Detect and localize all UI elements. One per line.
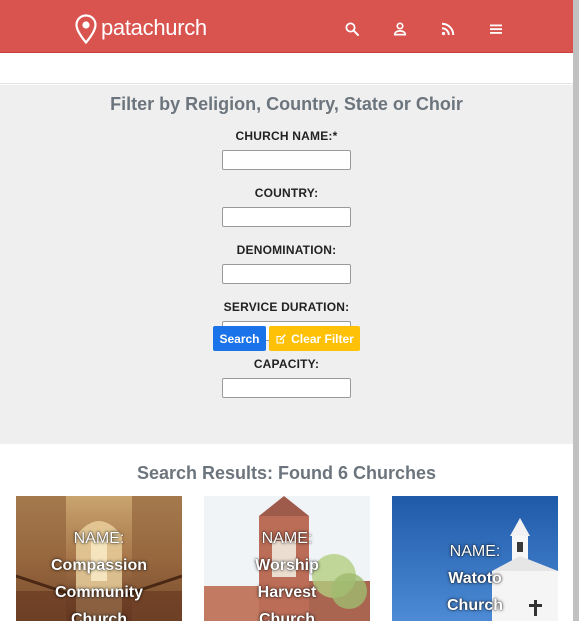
edit-icon	[276, 333, 287, 343]
capacity-label: CAPACITY:	[253, 357, 320, 371]
card-name-line: Church	[259, 611, 315, 621]
church-card[interactable]: NAME: Compassion Community Church	[16, 496, 182, 621]
card-name-line: Watoto	[448, 570, 502, 587]
scrollbar-thumb[interactable]	[573, 0, 579, 621]
country-label: COUNTRY:	[254, 186, 319, 200]
denomination-input[interactable]	[222, 264, 351, 284]
card-name: NAME: Watoto Church	[392, 538, 558, 619]
country-input[interactable]	[222, 207, 351, 227]
service-duration-label: SERVICE DURATION:	[223, 300, 350, 314]
rss-icon[interactable]	[439, 20, 457, 38]
card-name-line: Compassion	[50, 557, 147, 574]
church-name-input[interactable]	[222, 150, 351, 170]
menu-icon[interactable]	[487, 20, 505, 38]
account-icon[interactable]	[391, 20, 409, 38]
card-name-line: Worship	[255, 557, 319, 574]
card-name-line: Church	[71, 611, 127, 621]
search-icon[interactable]	[343, 20, 361, 38]
card-name-prefix: NAME:	[449, 543, 501, 560]
capacity-input[interactable]	[222, 378, 351, 398]
search-button[interactable]: Search	[213, 326, 266, 351]
brand-name: patachurch	[101, 15, 207, 40]
page-scrollbar[interactable]	[573, 0, 579, 621]
filter-title: Filter by Religion, Country, State or Ch…	[110, 94, 463, 114]
brand-logo[interactable]: patachurch	[74, 14, 207, 46]
church-name-label: CHURCH NAME:*	[235, 129, 338, 143]
results-title: Search Results: Found 6 Churches	[136, 463, 437, 483]
search-button-label: Search	[219, 331, 260, 346]
card-name-line: Harvest	[257, 584, 317, 601]
top-app-bar: patachurch	[0, 0, 573, 53]
filter-panel: Filter by Religion, Country, State or Ch…	[0, 85, 573, 444]
header-spacer	[0, 53, 573, 84]
card-name-prefix: NAME:	[73, 530, 125, 547]
card-name-line: Community	[55, 584, 143, 601]
card-name: NAME: Compassion Community Church	[16, 525, 182, 621]
church-card[interactable]: NAME: Worship Harvest Church	[204, 496, 370, 621]
clear-filter-button[interactable]: Clear Filter	[269, 326, 360, 351]
clear-filter-label: Clear Filter	[291, 331, 354, 346]
denomination-label: DENOMINATION:	[236, 243, 337, 257]
card-name-prefix: NAME:	[261, 530, 313, 547]
location-pin-icon	[75, 14, 97, 44]
card-name: NAME: Worship Harvest Church	[204, 525, 370, 621]
card-name-line: Church	[447, 597, 503, 614]
church-card[interactable]: NAME: Watoto Church	[392, 496, 558, 621]
